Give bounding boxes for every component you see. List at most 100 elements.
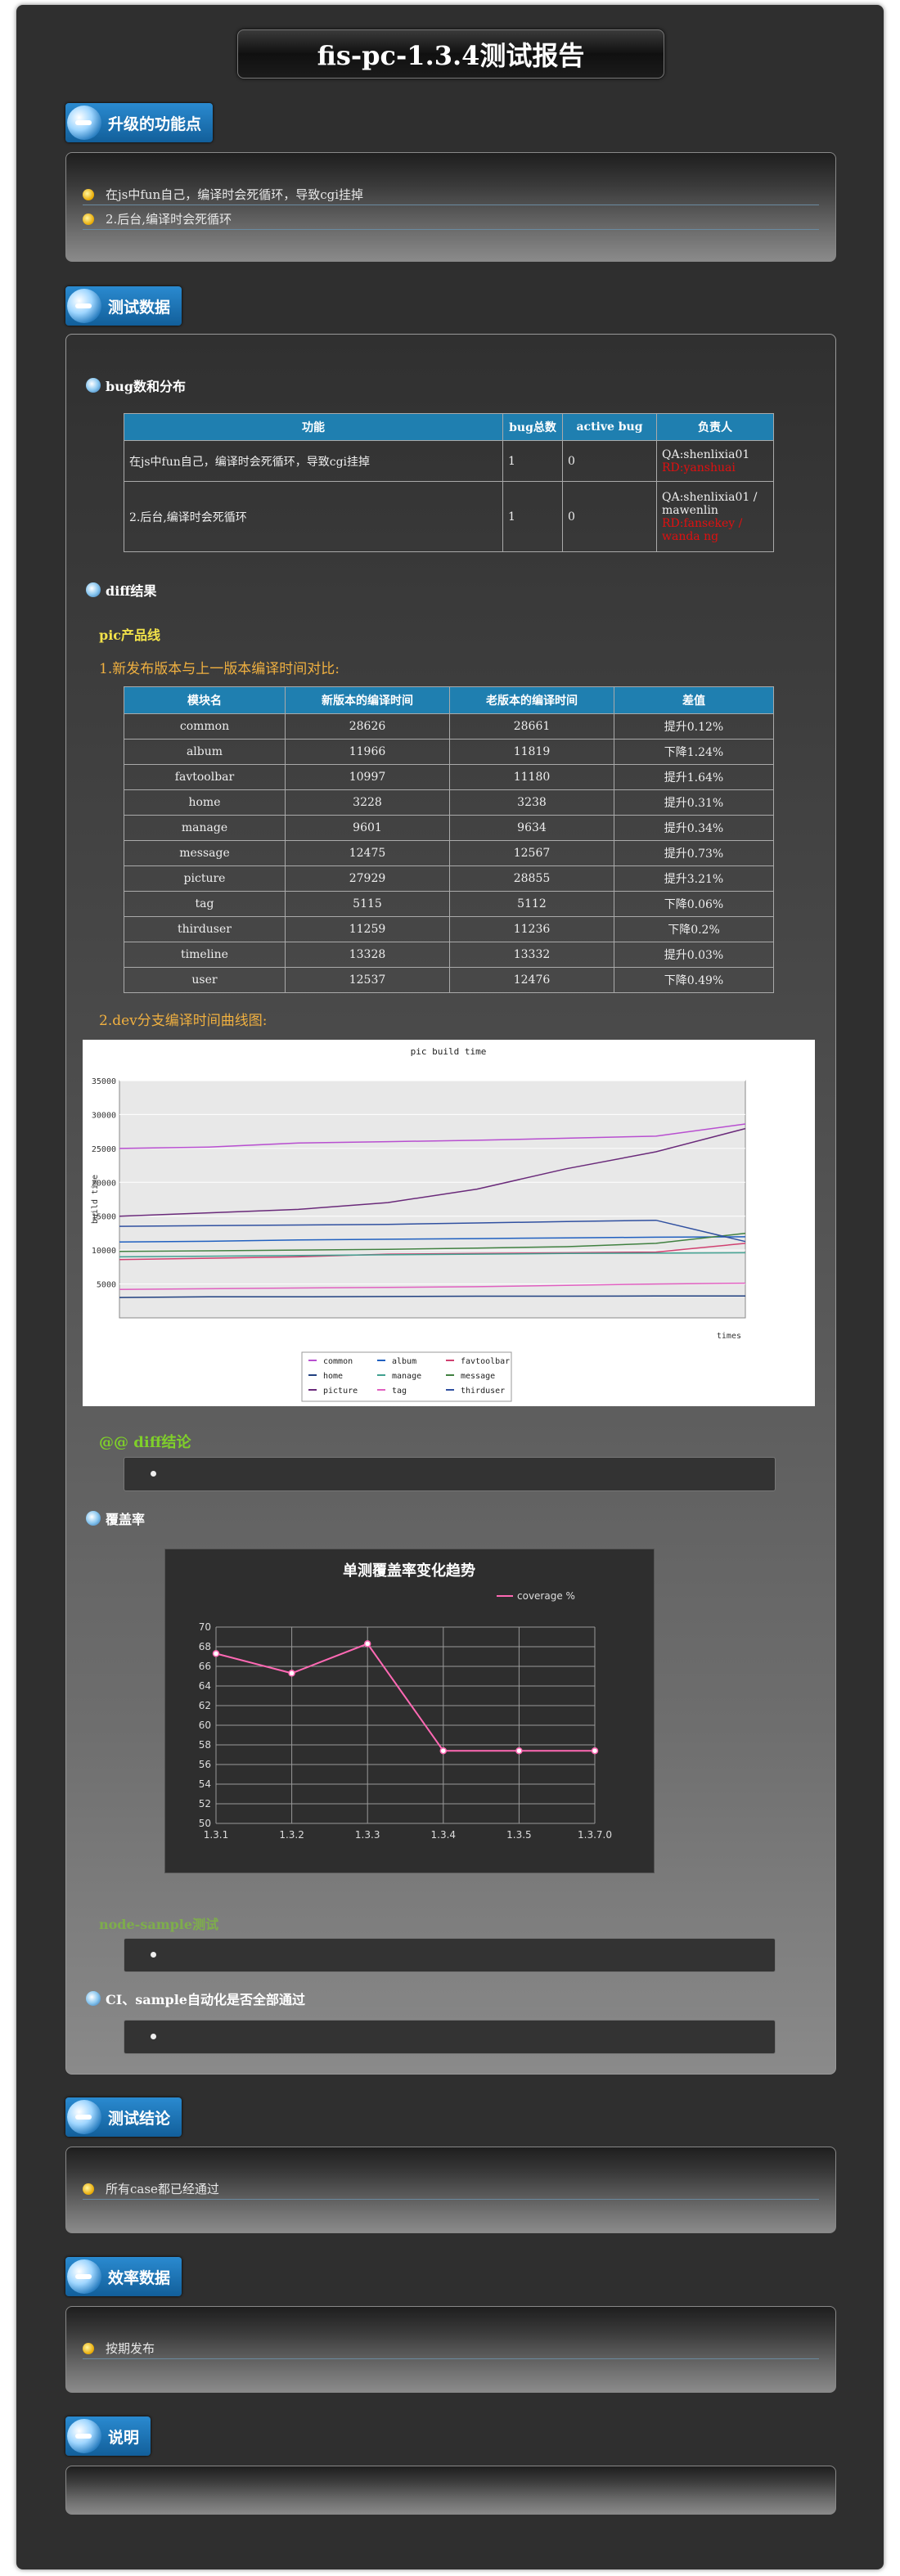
y-axis-label: build time bbox=[91, 1175, 100, 1224]
section-title-testdata: 测试数据 bbox=[108, 298, 171, 317]
section-header-upgrade: 升级的功能点 bbox=[65, 103, 214, 142]
diff-conclusion: @@ diff结论 bbox=[99, 1434, 191, 1451]
table-row: tag 5115 5112 下降0.06% bbox=[124, 891, 774, 917]
upgrade-panel: 在js中fun自己，编译时会死循环，导致cgi挂掉 2.后台,编译时会死循环 bbox=[65, 152, 836, 262]
table-header: active bug bbox=[562, 413, 657, 441]
data-point bbox=[591, 1747, 599, 1755]
x-tick-label: 1.3.4 bbox=[431, 1829, 457, 1841]
table-row: 在js中fun自己，编译时会死循环，导致cgi挂掉 1 0 QA:shenlix… bbox=[124, 440, 774, 482]
table-row: home 3228 3238 提升0.31% bbox=[124, 789, 774, 816]
table-row: manage 9601 9634 提升0.34% bbox=[124, 815, 774, 841]
report-page: fis-pc-1.3.4测试报告 升级的功能点 在js中fun自己，编译时会死循… bbox=[16, 5, 884, 2569]
section-header-testdata: 测试数据 bbox=[65, 286, 182, 326]
x-tick-label: 1.3.5 bbox=[506, 1829, 532, 1841]
table-header: 老版本的编译时间 bbox=[449, 686, 614, 714]
x-tick-label: 1.3.2 bbox=[279, 1829, 304, 1841]
build-time-chart: pic build time50001000015000200002500030… bbox=[83, 1040, 815, 1406]
bullet-icon bbox=[83, 188, 94, 200]
chart-title: 单测覆盖率变化趋势 bbox=[343, 1562, 475, 1580]
diff-table: 模块名 新版本的编译时间 老版本的编译时间 差值 common 28626 2866… bbox=[124, 686, 774, 993]
data-point bbox=[515, 1747, 523, 1755]
bullet-icon bbox=[83, 2183, 94, 2195]
list-item: 按期发布 bbox=[83, 2340, 819, 2359]
legend-label: coverage % bbox=[517, 1590, 575, 1602]
node-sample-label: node-sample测试 bbox=[99, 1917, 219, 1932]
coverage-heading: 覆盖率 bbox=[86, 1508, 145, 1528]
y-tick-label: 25000 bbox=[92, 1145, 116, 1154]
section-header-notes: 说明 bbox=[65, 2416, 151, 2456]
node-sample-box bbox=[124, 1938, 776, 1972]
table-header: 负责人 bbox=[656, 413, 774, 441]
y-tick-label: 70 bbox=[199, 1621, 211, 1633]
section-header-conclusion: 测试结论 bbox=[65, 2097, 182, 2137]
ci-box bbox=[124, 2020, 776, 2054]
legend-label: manage bbox=[392, 1372, 421, 1381]
y-tick-label: 58 bbox=[199, 1739, 211, 1751]
arrow-icon bbox=[67, 2419, 101, 2453]
legend-label: thirduser bbox=[461, 1387, 505, 1396]
y-tick-label: 5000 bbox=[97, 1281, 116, 1290]
table-row: album 11966 11819 下降1.24% bbox=[124, 739, 774, 765]
bug-heading: bug数和分布 bbox=[86, 375, 186, 395]
bullet-icon bbox=[83, 213, 94, 225]
bullet bbox=[151, 2034, 156, 2039]
y-tick-label: 35000 bbox=[92, 1077, 116, 1086]
section-title-conclusion: 测试结论 bbox=[108, 2109, 171, 2128]
section-title-efficiency: 效率数据 bbox=[108, 2268, 171, 2287]
conclusion-panel: 所有case都已经通过 bbox=[65, 2147, 836, 2233]
bullet bbox=[151, 1952, 156, 1958]
legend-label: picture bbox=[323, 1387, 358, 1396]
section-header-efficiency: 效率数据 bbox=[65, 2257, 182, 2296]
table-header: 模块名 bbox=[124, 686, 286, 714]
y-tick-label: 56 bbox=[199, 1759, 211, 1770]
bullet-icon bbox=[86, 582, 101, 597]
legend-label: favtoolbar bbox=[461, 1357, 510, 1366]
arrow-icon bbox=[67, 289, 101, 323]
notes-panel bbox=[65, 2466, 836, 2515]
y-tick-label: 66 bbox=[199, 1661, 211, 1672]
legend-label: tag bbox=[392, 1387, 407, 1396]
data-point bbox=[288, 1670, 295, 1677]
table-row: common 28626 28661 提升0.12% bbox=[124, 713, 774, 740]
testdata-panel: bug数和分布 功能 bug总数 active bug 负责人 在js中fun自… bbox=[65, 334, 836, 2075]
legend-label: album bbox=[392, 1357, 416, 1366]
plot-area bbox=[119, 1080, 746, 1319]
bullet-icon bbox=[86, 1511, 101, 1526]
y-tick-label: 10000 bbox=[92, 1247, 116, 1256]
y-tick-label: 60 bbox=[199, 1720, 211, 1731]
table-row: favtoolbar 10997 11180 提升1.64% bbox=[124, 764, 774, 790]
y-tick-label: 54 bbox=[199, 1778, 211, 1790]
diff-heading: diff结果 bbox=[86, 580, 156, 600]
page-title: fis-pc-1.3.4测试报告 bbox=[237, 29, 664, 79]
table-row: thirduser 11259 11236 下降0.2% bbox=[124, 916, 774, 942]
table-header: 新版本的编译时间 bbox=[285, 686, 450, 714]
legend-label: home bbox=[323, 1372, 343, 1381]
arrow-icon bbox=[67, 2259, 101, 2294]
product-line-label: pic产品线 bbox=[99, 627, 161, 643]
x-tick-label: 1.3.3 bbox=[355, 1829, 380, 1841]
legend-label: common bbox=[323, 1357, 353, 1366]
table-row: 2.后台,编译时会死循环 1 0 QA:shenlixia01 / mawenl… bbox=[124, 481, 774, 552]
y-tick-label: 52 bbox=[199, 1798, 211, 1809]
coverage-chart: 单测覆盖率变化趋势 coverage % 50 52 54 56 58 60 62 64 66 68 7… bbox=[164, 1549, 655, 1873]
diff-conclusion-box bbox=[124, 1457, 776, 1491]
table-header: 差值 bbox=[614, 686, 774, 714]
table-row: user 12537 12476 下降0.49% bbox=[124, 967, 774, 993]
x-tick-label: 1.3.7.0 bbox=[578, 1829, 612, 1841]
section-title-notes: 说明 bbox=[108, 2428, 140, 2447]
y-tick-label: 64 bbox=[199, 1680, 211, 1692]
bullet-icon bbox=[86, 378, 101, 393]
table-row: timeline 13328 13332 提升0.03% bbox=[124, 942, 774, 968]
y-tick-label: 62 bbox=[199, 1700, 211, 1711]
data-point bbox=[212, 1650, 220, 1657]
list-item: 所有case都已经通过 bbox=[83, 2180, 819, 2200]
data-point bbox=[363, 1640, 371, 1648]
diff-caption-2: 2.dev分支编译时间曲线图: bbox=[99, 1013, 268, 1029]
table-header: bug总数 bbox=[502, 413, 563, 441]
y-tick-label: 50 bbox=[199, 1818, 211, 1829]
table-header: 功能 bbox=[124, 413, 503, 441]
efficiency-panel: 按期发布 bbox=[65, 2306, 836, 2393]
y-tick-label: 68 bbox=[199, 1641, 211, 1652]
x-tick-label: 1.3.1 bbox=[204, 1829, 229, 1841]
arrow-icon bbox=[67, 2100, 101, 2134]
